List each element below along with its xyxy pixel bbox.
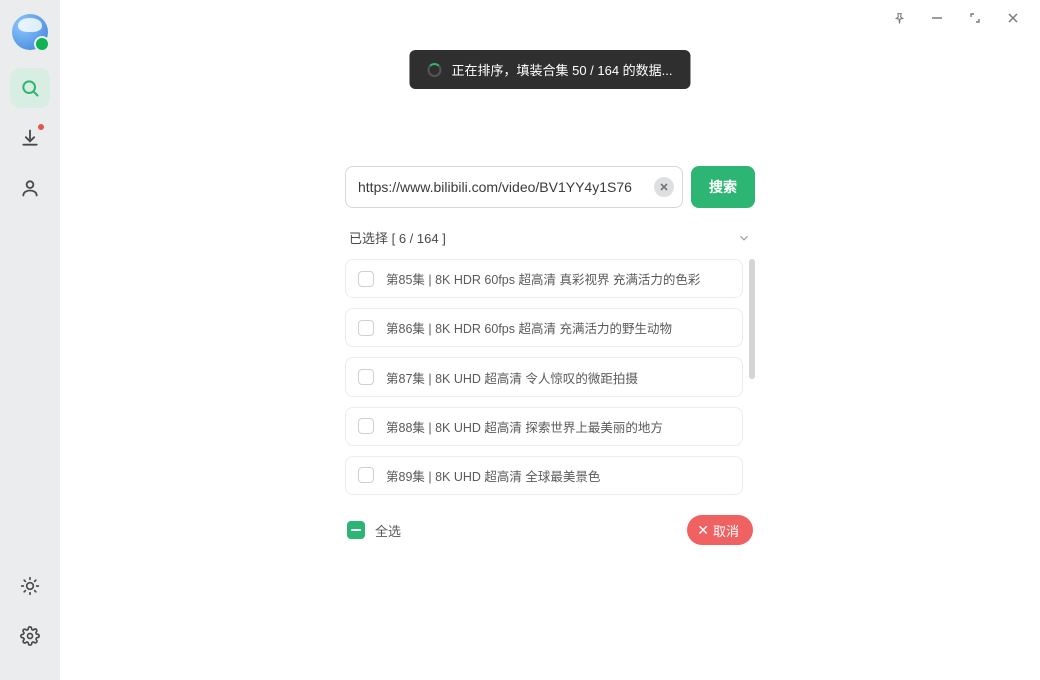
select-all-toggle[interactable]: 全选 <box>347 521 401 540</box>
nav-theme[interactable] <box>10 566 50 606</box>
selection-summary-row[interactable]: 已选择 [ 6 / 164 ] <box>345 228 755 247</box>
maximize-button[interactable] <box>958 4 992 32</box>
close-button[interactable] <box>996 4 1030 32</box>
user-icon <box>20 178 40 198</box>
scrollbar-thumb[interactable] <box>749 259 755 379</box>
minimize-button[interactable] <box>920 4 954 32</box>
nav-account[interactable] <box>10 168 50 208</box>
nav-downloads[interactable] <box>10 118 50 158</box>
cancel-label: 取消 <box>713 521 739 540</box>
search-box <box>345 166 683 208</box>
sidebar <box>0 0 60 680</box>
episode-list: 第85集 | 8K HDR 60fps 超高清 真彩视界 充满活力的色彩 第86… <box>345 259 743 495</box>
list-item-label: 第86集 | 8K HDR 60fps 超高清 充满活力的野生动物 <box>386 318 672 337</box>
pin-icon <box>893 12 906 25</box>
list-item[interactable]: 第86集 | 8K HDR 60fps 超高清 充满活力的野生动物 <box>345 308 743 347</box>
maximize-icon <box>969 12 981 24</box>
list-item-label: 第85集 | 8K HDR 60fps 超高清 真彩视界 充满活力的色彩 <box>386 269 700 288</box>
main-panel: 正在排序，填装合集 50 / 164 的数据... 搜索 已选择 [ 6 / 1… <box>60 0 1040 680</box>
select-all-label: 全选 <box>375 521 401 540</box>
select-all-checkbox[interactable] <box>347 521 365 539</box>
list-item-label: 第88集 | 8K UHD 超高清 探索世界上最美丽的地方 <box>386 417 663 436</box>
scrollbar[interactable] <box>749 259 755 495</box>
avatar[interactable] <box>12 14 48 50</box>
search-row: 搜索 <box>345 166 755 208</box>
close-icon <box>1007 12 1019 24</box>
notification-dot <box>38 124 44 130</box>
list-item[interactable]: 第85集 | 8K HDR 60fps 超高清 真彩视界 充满活力的色彩 <box>345 259 743 298</box>
nav-search[interactable] <box>10 68 50 108</box>
status-badge <box>34 36 50 52</box>
cancel-button[interactable]: ✕ 取消 <box>687 515 753 545</box>
list-item-label: 第87集 | 8K UHD 超高清 令人惊叹的微距拍摄 <box>386 368 638 387</box>
nav-settings[interactable] <box>10 616 50 656</box>
clear-input-button[interactable] <box>654 177 674 197</box>
checkbox[interactable] <box>358 271 374 287</box>
checkbox[interactable] <box>358 320 374 336</box>
list-item-label: 第89集 | 8K UHD 超高清 全球最美景色 <box>386 466 600 485</box>
url-input[interactable] <box>358 179 654 195</box>
list-item[interactable]: 第87集 | 8K UHD 超高清 令人惊叹的微距拍摄 <box>345 357 743 396</box>
chevron-down-icon[interactable] <box>737 231 751 245</box>
list-item[interactable]: 第89集 | 8K UHD 超高清 全球最美景色 <box>345 456 743 495</box>
search-button[interactable]: 搜索 <box>691 166 755 208</box>
x-icon <box>660 183 668 191</box>
checkbox[interactable] <box>358 418 374 434</box>
titlebar <box>60 0 1040 36</box>
gear-icon <box>20 626 40 646</box>
content: 搜索 已选择 [ 6 / 164 ] 第85集 | 8K HDR 60fps 超… <box>345 166 755 545</box>
checkbox[interactable] <box>358 467 374 483</box>
x-icon: ✕ <box>697 523 709 537</box>
search-icon <box>20 78 40 98</box>
toast-text: 正在排序，填装合集 50 / 164 的数据... <box>451 60 672 79</box>
list-footer: 全选 ✕ 取消 <box>345 515 755 545</box>
list-item[interactable]: 第88集 | 8K UHD 超高清 探索世界上最美丽的地方 <box>345 407 743 446</box>
selection-label: 已选择 [ 6 / 164 ] <box>349 228 446 247</box>
pin-button[interactable] <box>882 4 916 32</box>
minimize-icon <box>931 12 943 24</box>
checkbox[interactable] <box>358 369 374 385</box>
download-icon <box>20 128 40 148</box>
spinner-icon <box>427 63 441 77</box>
progress-toast: 正在排序，填装合集 50 / 164 的数据... <box>409 50 690 89</box>
sun-icon <box>20 576 40 596</box>
